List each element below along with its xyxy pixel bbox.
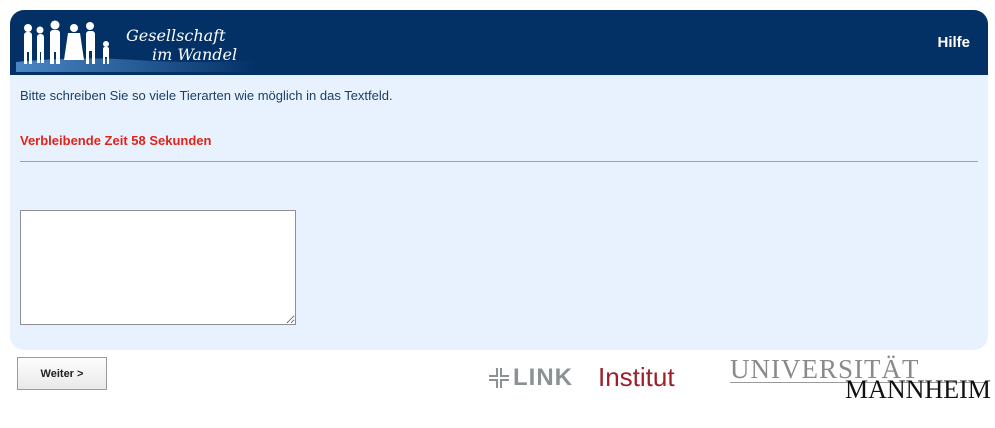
question-instruction: Bitte schreiben Sie so viele Tierarten w… xyxy=(20,88,393,103)
header-bar: Gesellschaft im Wandel Hilfe xyxy=(10,10,988,75)
remaining-time-label: Verbleibende Zeit 58 Sekunden xyxy=(20,133,212,148)
next-button[interactable]: Weiter > xyxy=(17,357,107,390)
link-logo-text: LINK xyxy=(513,364,573,391)
answer-textarea[interactable] xyxy=(20,210,296,325)
uni-logo-bottom: MANNHEIM xyxy=(845,375,991,404)
survey-panel: Gesellschaft im Wandel Hilfe Bitte schre… xyxy=(10,10,988,350)
gesellschaft-im-wandel-logo: Gesellschaft im Wandel xyxy=(16,16,256,72)
logo-text-line2: im Wandel xyxy=(152,45,238,64)
link-logo-suffix: Institut xyxy=(598,362,675,392)
help-link[interactable]: Hilfe xyxy=(937,34,970,51)
logo-text-line1: Gesellschaft xyxy=(126,26,226,45)
universitaet-mannheim-logo: UNIVERSITÄT MANNHEIM xyxy=(730,354,992,404)
link-institut-logo: LINK Institut xyxy=(488,362,683,392)
divider xyxy=(20,161,978,162)
link-cross-icon xyxy=(489,368,509,388)
